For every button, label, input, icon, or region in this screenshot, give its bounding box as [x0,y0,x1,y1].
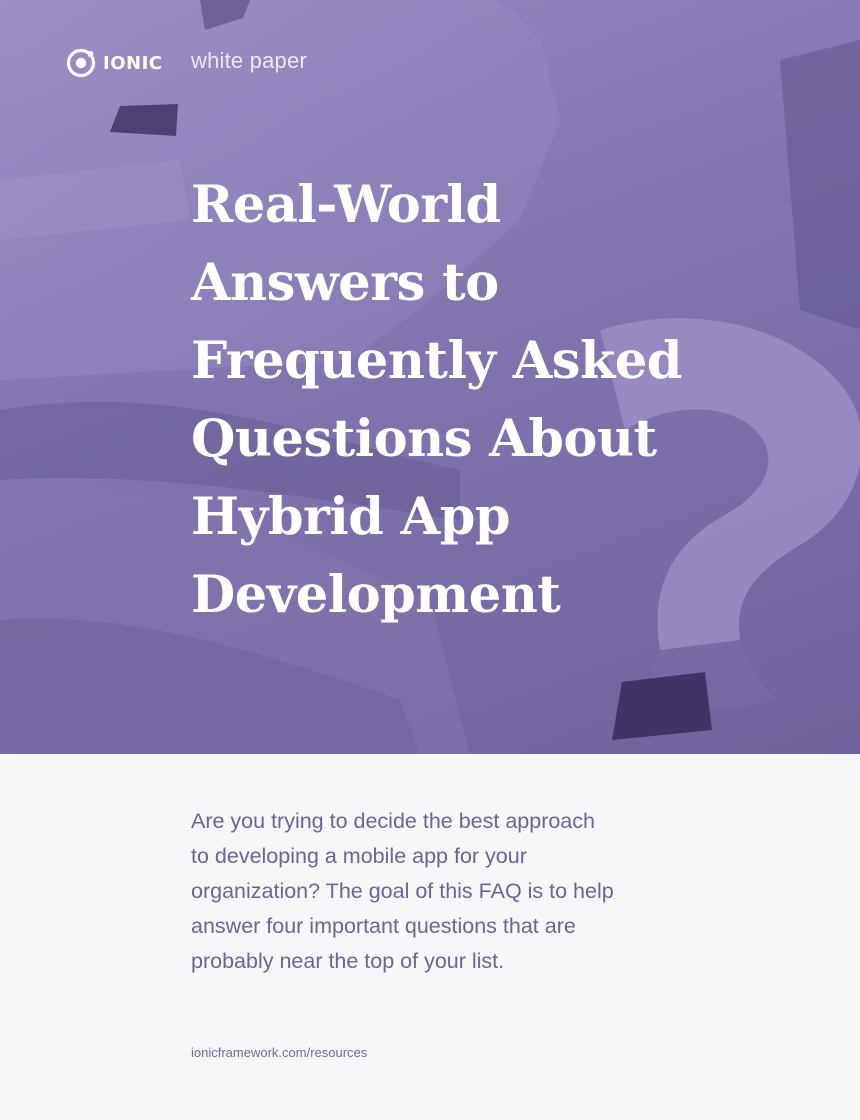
page-title: Real-World Answers to Frequently Asked Q… [191,166,811,634]
ionic-logo[interactable]: IONIC [66,47,162,79]
title-line: Real-World [191,175,501,235]
intro-line: to developing a mobile app for your [191,844,527,868]
white-paper-cover: IONIC white paper Real-World Answers to … [0,0,860,1120]
intro-line: organization? The goal of this FAQ is to… [191,879,614,903]
intro-line: Are you trying to decide the best approa… [191,809,595,833]
intro-line: answer four important questions that are [191,914,576,938]
title-line: Answers to [191,253,499,313]
title-line: Development [191,565,561,625]
document-type-label: white paper [191,48,307,73]
title-line: Hybrid App [191,487,511,547]
resources-link[interactable]: ionicframework.com/resources [191,1045,367,1060]
intro-paragraph: Are you trying to decide the best approa… [191,804,751,979]
hero-banner: IONIC white paper Real-World Answers to … [0,0,860,754]
ionic-logo-wordmark: IONIC [103,52,163,74]
title-line: Frequently Asked [191,331,682,391]
title-line: Questions About [191,409,657,469]
intro-line: probably near the top of your list. [191,949,505,973]
ionic-logo-icon [66,48,96,78]
